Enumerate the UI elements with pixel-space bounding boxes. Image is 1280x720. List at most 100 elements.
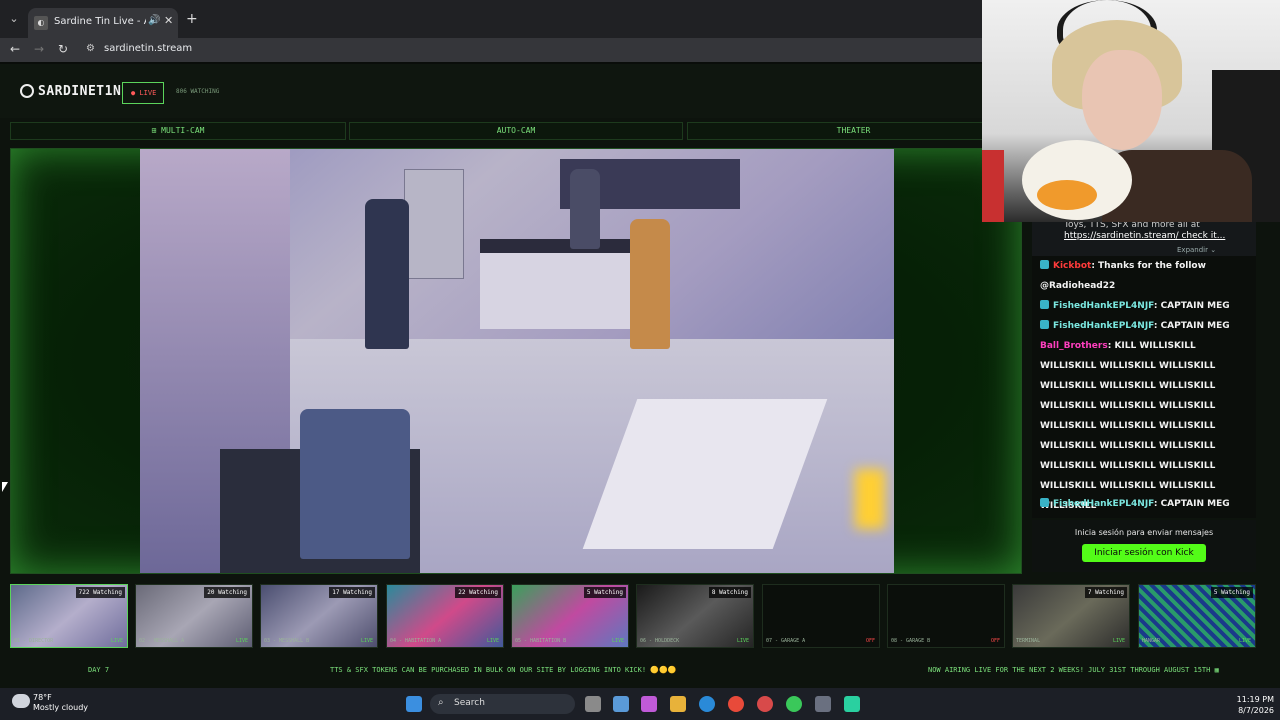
logo-icon	[20, 84, 34, 98]
chat-username[interactable]: FishedHankEPL4NJF	[1053, 499, 1154, 509]
login-prompt: Inicia sesión para enviar mensajes	[1074, 528, 1214, 537]
chat-message: FishedHankEPL4NJF: CAPTAIN MEG	[1040, 296, 1252, 316]
weather-desc: Mostly cloudy	[33, 703, 88, 712]
camera-thumb[interactable]: 07 - GARAGE A OFF	[762, 584, 880, 648]
chat-message: FishedHankEPL4NJF: CAPTAIN MEG	[1040, 494, 1252, 514]
badge-icon	[1040, 300, 1049, 309]
thumb-viewers: 7 Watching	[1084, 587, 1127, 598]
kick-login-button[interactable]: Iniciar sesión con Kick	[1082, 544, 1206, 562]
view-mode-bar: ⊞ MULTI-CAM AUTO-CAM THEATER	[10, 122, 1020, 140]
pinned-text: Toys, TTS, SFX and more all at	[1064, 222, 1200, 230]
system-clock[interactable]: 11:19 PM 8/7/2026	[1216, 694, 1274, 716]
cloud-icon[interactable]	[12, 694, 30, 708]
thumb-viewers: 5 Watching	[583, 587, 626, 598]
close-icon[interactable]: ✕	[164, 14, 173, 27]
forward-icon[interactable]: →	[34, 42, 44, 56]
new-tab-icon[interactable]: +	[186, 12, 198, 26]
edge-icon[interactable]	[699, 696, 715, 712]
video-person	[365, 199, 409, 349]
weather-temp: 78°F	[33, 693, 52, 702]
search-icon: ⌕	[438, 697, 444, 708]
chat-username[interactable]: Kickbot	[1053, 261, 1091, 271]
chat-panel[interactable]: Toys, TTS, SFX and more all at https://s…	[1032, 222, 1256, 518]
task-view-icon[interactable]	[585, 696, 601, 712]
thumb-status: LIVE	[235, 638, 248, 644]
camera-thumbnail-strip: 722 Watching 01 - DIRECTOR LIVE 20 Watch…	[10, 584, 1260, 650]
expand-button[interactable]: Expandir ⌄	[1177, 246, 1216, 254]
settings-icon[interactable]	[815, 696, 831, 712]
thumb-label: TERMINAL	[1016, 638, 1041, 644]
thumb-label: 04 - HABITATION A	[390, 638, 442, 644]
logo-text[interactable]: SARDINET1N	[38, 84, 121, 99]
file-explorer-icon[interactable]	[670, 696, 686, 712]
cam-can	[982, 150, 1004, 222]
reload-icon[interactable]: ↻	[58, 42, 68, 56]
auto-cam-button[interactable]: AUTO-CAM	[349, 122, 683, 140]
thumb-label: 06 - HOLDDECK	[640, 638, 680, 644]
thumb-label: 03 - MESSHALL B	[264, 638, 310, 644]
copilot-icon[interactable]	[641, 696, 657, 712]
cam-face	[1082, 50, 1162, 150]
widgets-icon[interactable]	[613, 696, 629, 712]
screen: ⌄ ◐ Sardine Tin Live - All Rooms 🔊 ✕ + ←…	[0, 0, 1280, 720]
chat-message: FishedHankEPL4NJF: CAPTAIN MEG	[1040, 316, 1252, 336]
back-icon[interactable]: ←	[10, 42, 20, 56]
chrome-icon[interactable]	[728, 696, 744, 712]
live-badge: ● LIVE	[122, 82, 164, 104]
weather-widget[interactable]: 78°F Mostly cloudy	[33, 693, 88, 713]
news-ticker: DAY 7 TTS & SFX TOKENS CAN BE PURCHASED …	[0, 660, 1280, 680]
streamer-webcam	[982, 0, 1280, 222]
chat-text: CAPTAIN MEG	[1160, 301, 1230, 311]
chat-text: KILL WILLISKILL WILLISKILL WILLISKILL WI…	[1040, 341, 1216, 511]
mouse-cursor-icon	[2, 482, 8, 492]
camera-thumb[interactable]: 5 Watching 05 - HABITATION B LIVE	[511, 584, 629, 648]
thumb-status: LIVE	[611, 638, 624, 644]
app-icon[interactable]	[844, 696, 860, 712]
tab-title: Sardine Tin Live - All Rooms	[54, 16, 146, 27]
multi-cam-button[interactable]: ⊞ MULTI-CAM	[10, 122, 346, 140]
thumb-status: LIVE	[1238, 638, 1251, 644]
site-favicon-icon: ◐	[34, 16, 48, 30]
video-fridge	[404, 169, 464, 279]
thumb-viewers: 722 Watching	[75, 587, 125, 598]
thumb-label: 01 - DIRECTOR	[14, 638, 54, 644]
thumb-label: HANGAR	[1142, 638, 1161, 644]
clock-time: 11:19 PM	[1236, 695, 1274, 704]
whatsapp-icon[interactable]	[786, 696, 802, 712]
camera-thumb[interactable]: 08 - GARAGE B OFF	[887, 584, 1005, 648]
camera-thumb[interactable]: 7 Watching TERMINAL LIVE	[1012, 584, 1130, 648]
tab-list-icon[interactable]: ⌄	[6, 12, 22, 28]
pinned-link[interactable]: https://sardinetin.stream/ check it...	[1064, 231, 1225, 241]
chat-message: Kickbot: Thanks for the follow @Radiohea…	[1040, 260, 1206, 291]
chat-username[interactable]: FishedHankEPL4NJF	[1053, 301, 1154, 311]
camera-thumb[interactable]: 722 Watching 01 - DIRECTOR LIVE	[10, 584, 128, 648]
goose-beak	[1037, 180, 1097, 210]
camera-thumb[interactable]: 17 Watching 03 - MESSHALL B LIVE	[260, 584, 378, 648]
chat-username[interactable]: Ball_Brothers	[1040, 341, 1108, 351]
theater-button[interactable]: THEATER	[687, 122, 1020, 140]
badge-icon	[1040, 260, 1049, 269]
camera-thumb[interactable]: 20 Watching 02 - MESSHALL A LIVE	[135, 584, 253, 648]
camera-thumb[interactable]: 5 Watching HANGAR LIVE	[1138, 584, 1256, 648]
chat-username[interactable]: FishedHankEPL4NJF	[1053, 321, 1154, 331]
video-person	[300, 409, 410, 559]
video-neon-light	[855, 469, 885, 529]
video-person	[570, 169, 600, 249]
thumb-viewers: 17 Watching	[329, 587, 375, 598]
taskbar: 78°F Mostly cloudy ⌕ Search 11:19 PM 8/7…	[0, 688, 1280, 720]
thumb-status: LIVE	[360, 638, 373, 644]
windows-start-icon[interactable]	[406, 696, 422, 712]
speaker-icon[interactable]: 🔊	[148, 15, 160, 26]
chat-text: CAPTAIN MEG	[1160, 499, 1230, 509]
camera-thumb[interactable]: 22 Watching 04 - HABITATION A LIVE	[386, 584, 504, 648]
taskbar-search[interactable]: ⌕ Search	[430, 694, 575, 714]
site-info-icon[interactable]: ⚙	[86, 43, 95, 54]
chrome-profile-icon[interactable]	[757, 696, 773, 712]
browser-tab[interactable]: ◐ Sardine Tin Live - All Rooms 🔊 ✕	[28, 8, 178, 38]
video-stage	[10, 148, 1022, 574]
camera-video-feed[interactable]	[140, 149, 894, 573]
badge-icon	[1040, 320, 1049, 329]
url-field[interactable]: sardinetin.stream	[104, 43, 192, 54]
pinned-message: Toys, TTS, SFX and more all at https://s…	[1032, 222, 1256, 256]
camera-thumb[interactable]: 8 Watching 06 - HOLDDECK LIVE	[636, 584, 754, 648]
